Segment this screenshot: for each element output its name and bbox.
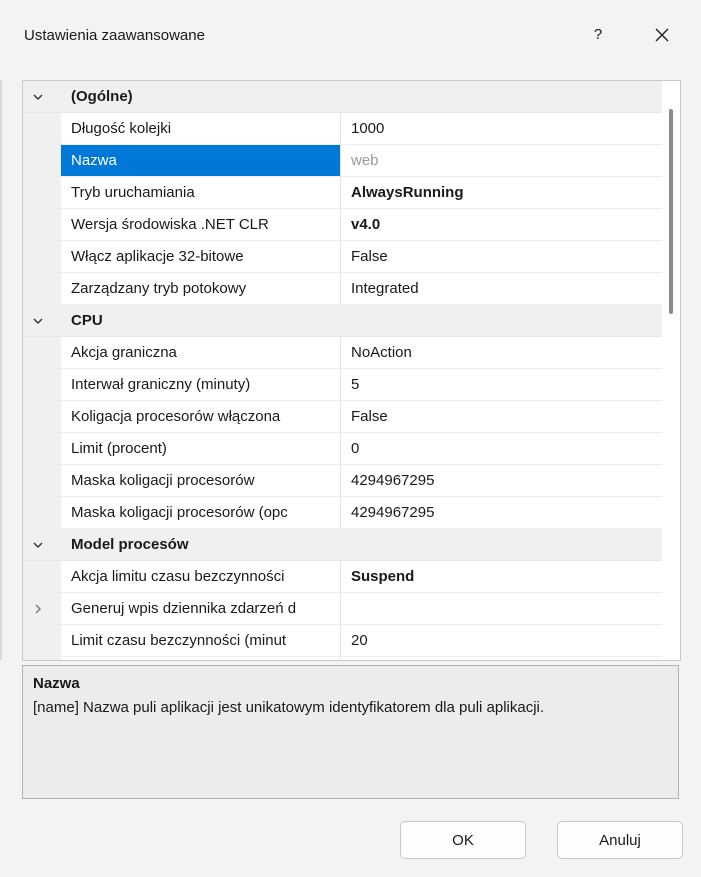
property-name[interactable]: Włącz aplikacje 32-bitowe: [61, 241, 341, 272]
property-row[interactable]: Limit (procent) 0: [23, 433, 680, 465]
property-row[interactable]: Akcja graniczna NoAction: [23, 337, 680, 369]
category-row[interactable]: Model procesów: [23, 529, 680, 561]
help-button[interactable]: ?: [580, 20, 616, 50]
property-name[interactable]: Zarządzany tryb potokowy: [61, 273, 341, 304]
property-row[interactable]: Limit czasu bezczynności (minut 20: [23, 625, 680, 657]
property-value[interactable]: 5: [341, 369, 680, 400]
property-row[interactable]: Generuj wpis dziennika zdarzeń d: [23, 593, 680, 625]
property-name[interactable]: Limit czasu bezczynności (minut: [61, 625, 341, 656]
property-row[interactable]: Limit czasu uruchamiania (sekur90: [23, 657, 680, 660]
property-row[interactable]: Maska koligacji procesorów (opc 429496729…: [23, 497, 680, 529]
scrollbar[interactable]: [662, 81, 680, 660]
property-value[interactable]: 4294967295: [341, 465, 680, 496]
chevron-down-icon: [33, 94, 43, 100]
category-expander[interactable]: [23, 305, 61, 336]
category-label: (Ogólne): [71, 88, 133, 105]
category-row[interactable]: (Ogólne): [23, 81, 680, 113]
property-name[interactable]: Maska koligacji procesorów (opc: [61, 497, 341, 528]
property-row[interactable]: Tryb uruchamiania AlwaysRunning: [23, 177, 680, 209]
row-gutter: [23, 657, 61, 660]
category-expander[interactable]: [23, 81, 61, 112]
row-gutter: [23, 401, 61, 432]
description-panel: Nazwa [name] Nazwa puli aplikacji jest u…: [22, 665, 679, 799]
property-value[interactable]: web: [341, 145, 680, 176]
property-row[interactable]: Wersja środowiska .NET CLR v4.0: [23, 209, 680, 241]
cancel-button[interactable]: Anuluj: [557, 821, 683, 859]
row-gutter: [23, 209, 61, 240]
property-row[interactable]: Koligacja procesorów włączona False: [23, 401, 680, 433]
property-grid[interactable]: (Ogólne) Długość kolejki 1000 Nazwa web Tryb …: [22, 80, 681, 661]
property-value[interactable]: NoAction: [341, 337, 680, 368]
property-row[interactable]: Interwał graniczny (minuty) 5: [23, 369, 680, 401]
property-name[interactable]: Tryb uruchamiania: [61, 177, 341, 208]
chevron-right-icon: [35, 604, 41, 614]
property-name[interactable]: Akcja graniczna: [61, 337, 341, 368]
property-name[interactable]: Limit czasu uruchamiania (sekur: [61, 657, 341, 660]
description-text: [name] Nazwa puli aplikacji jest unikato…: [33, 699, 545, 716]
property-row[interactable]: Zarządzany tryb potokowy Integrated: [23, 273, 680, 305]
category-label: Model procesów: [71, 536, 189, 553]
row-gutter: [23, 273, 61, 304]
close-button[interactable]: [640, 20, 684, 50]
row-gutter: [23, 241, 61, 272]
property-name[interactable]: Maska koligacji procesorów: [61, 465, 341, 496]
property-value[interactable]: [341, 593, 680, 624]
property-row[interactable]: Akcja limitu czasu bezczynności Suspend: [23, 561, 680, 593]
property-value[interactable]: Integrated: [341, 273, 680, 304]
row-gutter: [23, 337, 61, 368]
property-row[interactable]: Długość kolejki 1000: [23, 113, 680, 145]
property-value[interactable]: 20: [341, 625, 680, 656]
title-bar: Ustawienia zaawansowane ?: [0, 0, 701, 64]
row-gutter: [23, 113, 61, 144]
property-value[interactable]: False: [341, 401, 680, 432]
property-value[interactable]: v4.0: [341, 209, 680, 240]
property-value[interactable]: 1000: [341, 113, 680, 144]
property-name[interactable]: Interwał graniczny (minuty): [61, 369, 341, 400]
property-value[interactable]: 90: [341, 657, 680, 660]
property-name[interactable]: Nazwa: [61, 145, 341, 176]
row-gutter[interactable]: [23, 593, 61, 624]
property-value[interactable]: 0: [341, 433, 680, 464]
property-name[interactable]: Koligacja procesorów włączona: [61, 401, 341, 432]
property-value[interactable]: Suspend: [341, 561, 680, 592]
property-grid-rows: (Ogólne) Długość kolejki 1000 Nazwa web Tryb …: [23, 81, 680, 660]
property-name[interactable]: Limit (procent): [61, 433, 341, 464]
row-gutter: [23, 369, 61, 400]
category-label: CPU: [71, 312, 103, 329]
property-row[interactable]: Włącz aplikacje 32-bitowe False: [23, 241, 680, 273]
close-icon: [655, 28, 669, 42]
row-gutter: [23, 433, 61, 464]
scrollbar-thumb[interactable]: [669, 109, 673, 314]
property-value[interactable]: False: [341, 241, 680, 272]
window-title: Ustawienia zaawansowane: [24, 27, 205, 44]
property-row[interactable]: Nazwa web: [23, 145, 680, 177]
property-name[interactable]: Generuj wpis dziennika zdarzeń d: [61, 593, 341, 624]
property-name[interactable]: Długość kolejki: [61, 113, 341, 144]
property-row[interactable]: Maska koligacji procesorów 4294967295: [23, 465, 680, 497]
row-gutter: [23, 145, 61, 176]
chevron-down-icon: [33, 318, 43, 324]
window-edge: [0, 80, 2, 660]
row-gutter: [23, 177, 61, 208]
row-gutter: [23, 497, 61, 528]
row-gutter: [23, 465, 61, 496]
property-value[interactable]: AlwaysRunning: [341, 177, 680, 208]
description-title: Nazwa: [33, 675, 80, 692]
row-gutter: [23, 625, 61, 656]
ok-button[interactable]: OK: [400, 821, 526, 859]
category-expander[interactable]: [23, 529, 61, 560]
row-gutter: [23, 561, 61, 592]
property-name[interactable]: Akcja limitu czasu bezczynności: [61, 561, 341, 592]
category-row[interactable]: CPU: [23, 305, 680, 337]
property-value[interactable]: 4294967295: [341, 497, 680, 528]
chevron-down-icon: [33, 542, 43, 548]
property-name[interactable]: Wersja środowiska .NET CLR: [61, 209, 341, 240]
